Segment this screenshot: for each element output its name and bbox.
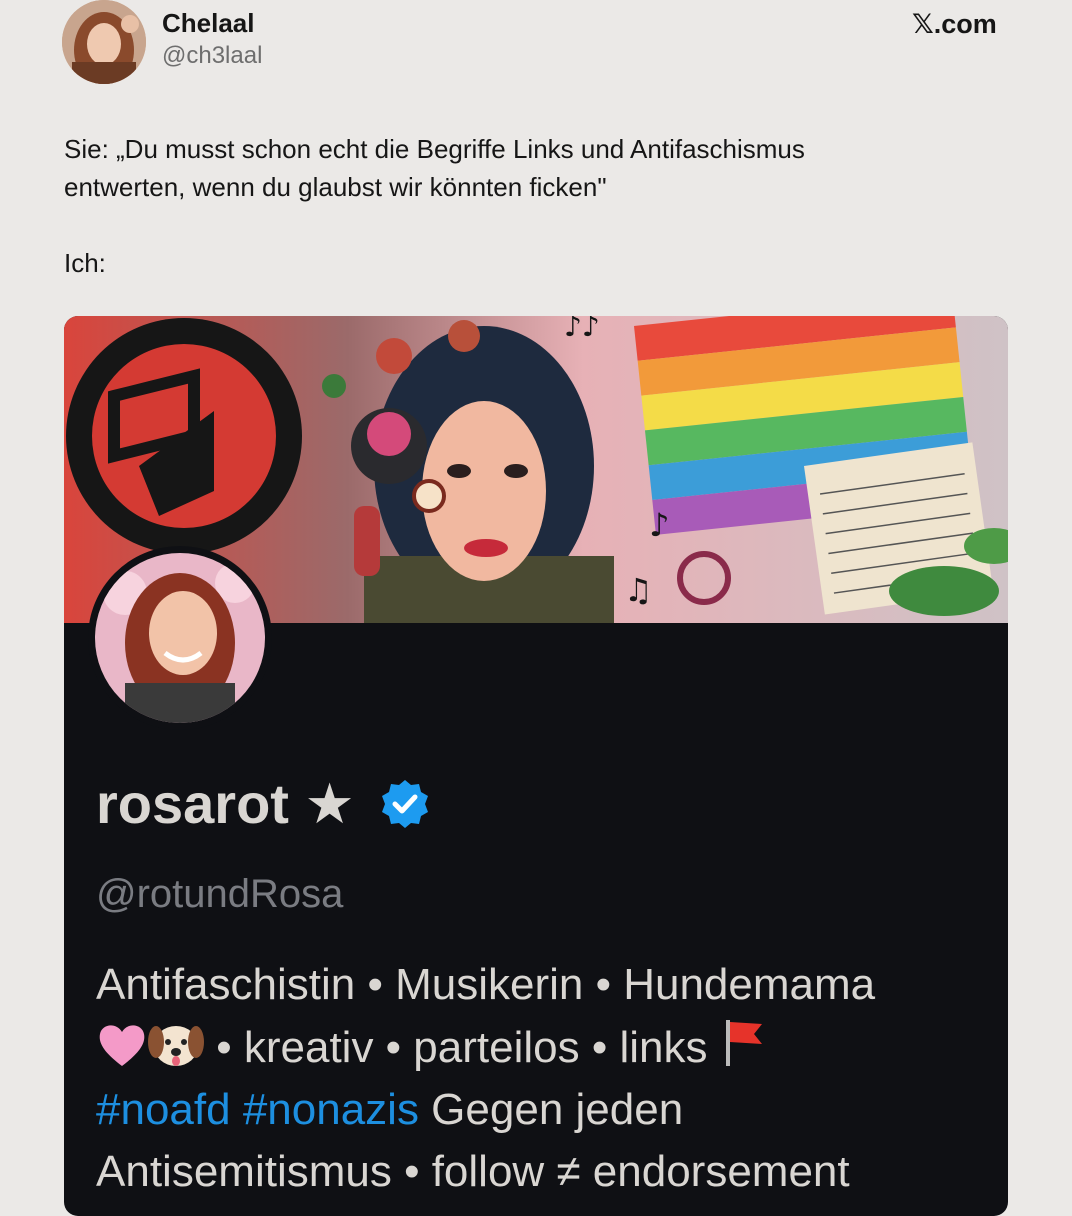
profile-handle: @rotundRosa xyxy=(96,872,344,916)
profile-avatar[interactable] xyxy=(88,546,272,730)
tweet-text: Sie: „Du musst schon echt die Begriffe L… xyxy=(64,134,805,278)
red-flag-icon xyxy=(725,1020,762,1066)
profile-bio: Antifaschistin • Musikerin • Hundemama •… xyxy=(96,954,996,1203)
dog-face-icon xyxy=(148,1026,204,1066)
bio-line-3: #noafd #nonazis Gegen jeden xyxy=(96,1079,996,1141)
source-label[interactable]: 𝕏.com xyxy=(912,9,997,40)
verified-badge-icon xyxy=(381,780,428,828)
bio-line-2-text: • kreativ • parteilos • links xyxy=(204,1023,720,1072)
hashtag-noafd[interactable]: #noafd xyxy=(96,1085,231,1134)
bio-line-1: Antifaschistin • Musikerin • Hundemama xyxy=(96,960,876,1009)
bio-line-4: Antisemitismus • follow ≠ endorsement xyxy=(96,1147,850,1196)
author-avatar[interactable] xyxy=(62,0,146,84)
profile-display-name: rosarot ★ xyxy=(96,771,431,837)
bio-line-2: • kreativ • parteilos • links xyxy=(96,1016,996,1079)
bio-line-3-text: Gegen jeden xyxy=(418,1085,684,1134)
svg-text:♪♪: ♪♪ xyxy=(564,316,600,343)
pink-heart-icon xyxy=(99,1025,145,1066)
author-handle[interactable]: @ch3laal xyxy=(162,42,262,70)
profile-card-image: ♪♪ ♪ ♫ rosarot ★ @rotundRosa Antifaschis… xyxy=(64,316,1008,1216)
profile-display-name-text: rosarot ★ xyxy=(96,772,355,835)
author-name[interactable]: Chelaal xyxy=(162,8,255,39)
hashtag-nonazis[interactable]: #nonazis xyxy=(243,1085,419,1134)
svg-text:♪: ♪ xyxy=(649,506,669,544)
svg-text:♫: ♫ xyxy=(624,571,653,609)
tweet-header: Chelaal @ch3laal 𝕏.com xyxy=(0,0,1072,100)
